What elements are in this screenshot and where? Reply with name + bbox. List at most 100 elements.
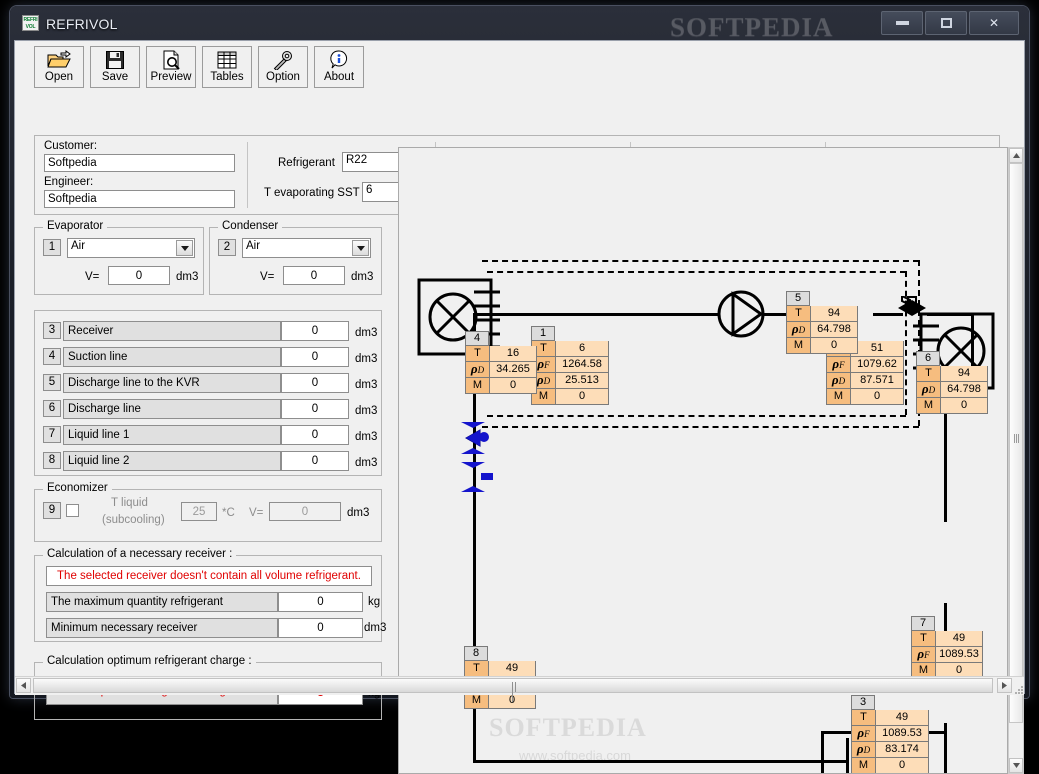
min-receiver-unit: dm3 <box>364 622 387 634</box>
about-button-label: About <box>323 71 355 83</box>
diagram-node-value: 49 <box>936 631 982 646</box>
evaporator-volume-input[interactable] <box>108 266 170 285</box>
economizer-volume-label: V= <box>249 507 264 519</box>
diagram-node-1[interactable]: 1 T 6 ρF 1264.58 ρD 25.513 M 0 <box>531 326 609 405</box>
diagram-node-row: ρD 25.513 <box>531 373 609 389</box>
receiver-calc-group: Calculation of a necessary receiver : Th… <box>34 548 386 642</box>
evaporator-type-select[interactable]: Air <box>67 238 195 258</box>
diagram-node-6[interactable]: 6 T 94 ρD 64.798 M 0 <box>916 351 988 414</box>
diagram-node-row: ρD 83.174 <box>851 742 929 758</box>
diagram-node-key-temperature: T <box>912 631 936 646</box>
close-button[interactable]: ✕ <box>969 11 1019 35</box>
preview-button-label: Preview <box>150 71 192 83</box>
maximize-button[interactable] <box>925 11 967 35</box>
line-item-unit: dm3 <box>355 379 378 391</box>
diagram-node-row: ρF 1264.58 <box>531 357 609 373</box>
expansion-valve-2-symbol <box>457 460 497 496</box>
diagram-node-id: 7 <box>911 616 935 631</box>
vertical-scrollbar-thumb[interactable] <box>1009 163 1023 723</box>
diagram-node-row: ρD 34.265 <box>465 362 537 378</box>
about-button[interactable]: About <box>314 46 364 88</box>
diagram-node-3[interactable]: 3 T 49 ρF 1089.53 ρD 83.174 M 0 <box>851 695 929 773</box>
tables-button[interactable]: Tables <box>202 46 252 88</box>
max-quantity-unit: kg <box>368 596 381 608</box>
diagram-node-5[interactable]: 5 T 94 ρD 64.798 M 0 <box>786 291 858 354</box>
diagram-node-value: 94 <box>811 306 857 321</box>
line-item-value[interactable]: 0 <box>281 425 349 445</box>
diagram-node-7[interactable]: 7 T 49 ρF 1089.53 M 0 <box>911 616 983 679</box>
toolbar: Open Save Preview Tables Option About <box>15 41 1024 92</box>
economizer-tliquid-unit: *C <box>222 507 235 519</box>
maximize-icon <box>940 18 952 28</box>
economizer-tliquid-input[interactable] <box>181 502 217 521</box>
line-item-value[interactable]: 0 <box>281 347 349 367</box>
line-item-unit: dm3 <box>355 405 378 417</box>
dashed-bulb-line-horiz-3 <box>487 271 906 273</box>
scrollbar-grip-icon <box>1014 434 1020 443</box>
engineer-input[interactable] <box>44 190 235 208</box>
line-item-value[interactable]: 0 <box>281 321 349 341</box>
save-button-label: Save <box>101 71 129 83</box>
minimize-button[interactable] <box>881 11 923 35</box>
economizer-caption: Economizer <box>43 482 112 494</box>
economizer-checkbox[interactable] <box>66 504 79 517</box>
preview-button[interactable]: Preview <box>146 46 196 88</box>
resize-grip-icon[interactable] <box>1013 684 1024 695</box>
line-item-label: Receiver <box>63 321 281 341</box>
diagram-node-key-temperature: T <box>787 306 811 321</box>
chevron-down-icon[interactable] <box>352 240 369 256</box>
folder-open-icon <box>35 49 83 71</box>
horizontal-scrollbar-thumb[interactable] <box>33 678 993 702</box>
minimize-icon <box>895 21 909 25</box>
line-item-label: Discharge line <box>63 399 281 419</box>
scroll-up-button[interactable] <box>1009 148 1023 163</box>
diagram-node-value: 94 <box>941 366 987 381</box>
open-button[interactable]: Open <box>34 46 84 88</box>
scroll-right-button[interactable] <box>997 678 1012 693</box>
pipe-receiver-left <box>821 733 824 773</box>
pipe-node6-to-condenser <box>944 410 947 522</box>
diagram-node-row: M0 <box>464 693 536 709</box>
diagram-node-key-rho-d: ρD <box>466 362 490 377</box>
diagram-node-row: T 49 <box>851 710 929 726</box>
diagram-node-value: 34.265 <box>490 362 536 377</box>
diagram-node-row: M0 <box>465 378 537 394</box>
diagram-node-row: M0 <box>531 389 609 405</box>
line-item-value[interactable]: 0 <box>281 451 349 471</box>
condenser-volume-unit: dm3 <box>351 271 374 283</box>
save-button[interactable]: Save <box>90 46 140 88</box>
diagram-node-row: T 16 <box>465 346 537 362</box>
diagram-node-row: ρF 1079.62 <box>826 357 904 373</box>
horizontal-scrollbar[interactable] <box>15 676 1024 702</box>
economizer-volume-input[interactable] <box>269 502 341 521</box>
softpedia-watermark: SOFTPEDIA <box>670 12 834 42</box>
scroll-left-button[interactable] <box>16 678 31 693</box>
condenser-volume-input[interactable] <box>283 266 345 285</box>
condenser-index: 2 <box>218 239 236 256</box>
title-bar[interactable]: REFRI VOL REFRIVOL SOFTPEDIA ✕ <box>10 6 1029 42</box>
condenser-type-select[interactable]: Air <box>242 238 371 258</box>
line-item-index: 8 <box>43 452 61 469</box>
diagram-node-row: T 94 <box>916 366 988 382</box>
diagram-node-key-temperature: T <box>466 346 490 361</box>
option-button[interactable]: Option <box>258 46 308 88</box>
line-item-value[interactable]: 0 <box>281 373 349 393</box>
diagram-node-value: 0 <box>811 338 857 353</box>
diagram-node-value: 87.571 <box>851 373 903 388</box>
line-item-unit: dm3 <box>355 353 378 365</box>
chevron-down-icon[interactable] <box>176 240 193 256</box>
diagram-node-key-rho-d: ρD <box>827 373 851 388</box>
scroll-down-button[interactable] <box>1009 758 1023 773</box>
receiver-calc-caption: Calculation of a necessary receiver : <box>43 548 237 560</box>
customer-input[interactable] <box>44 154 235 172</box>
line-item-unit: dm3 <box>355 327 378 339</box>
diagram-node-id: 8 <box>464 646 488 661</box>
dashed-bulb-line-vert-2 <box>905 271 907 415</box>
diagram-node-value: 49 <box>876 710 928 725</box>
line-item-value[interactable]: 0 <box>281 399 349 419</box>
diagram-node-key-mass: M <box>827 389 851 404</box>
tables-button-label: Tables <box>210 71 244 83</box>
diagram-node-4[interactable]: 4 T 16 ρD 34.265 M 0 <box>465 331 537 394</box>
diagram-node-row: ρF1089.53 <box>911 647 983 663</box>
pipe-suction-top <box>473 313 718 316</box>
